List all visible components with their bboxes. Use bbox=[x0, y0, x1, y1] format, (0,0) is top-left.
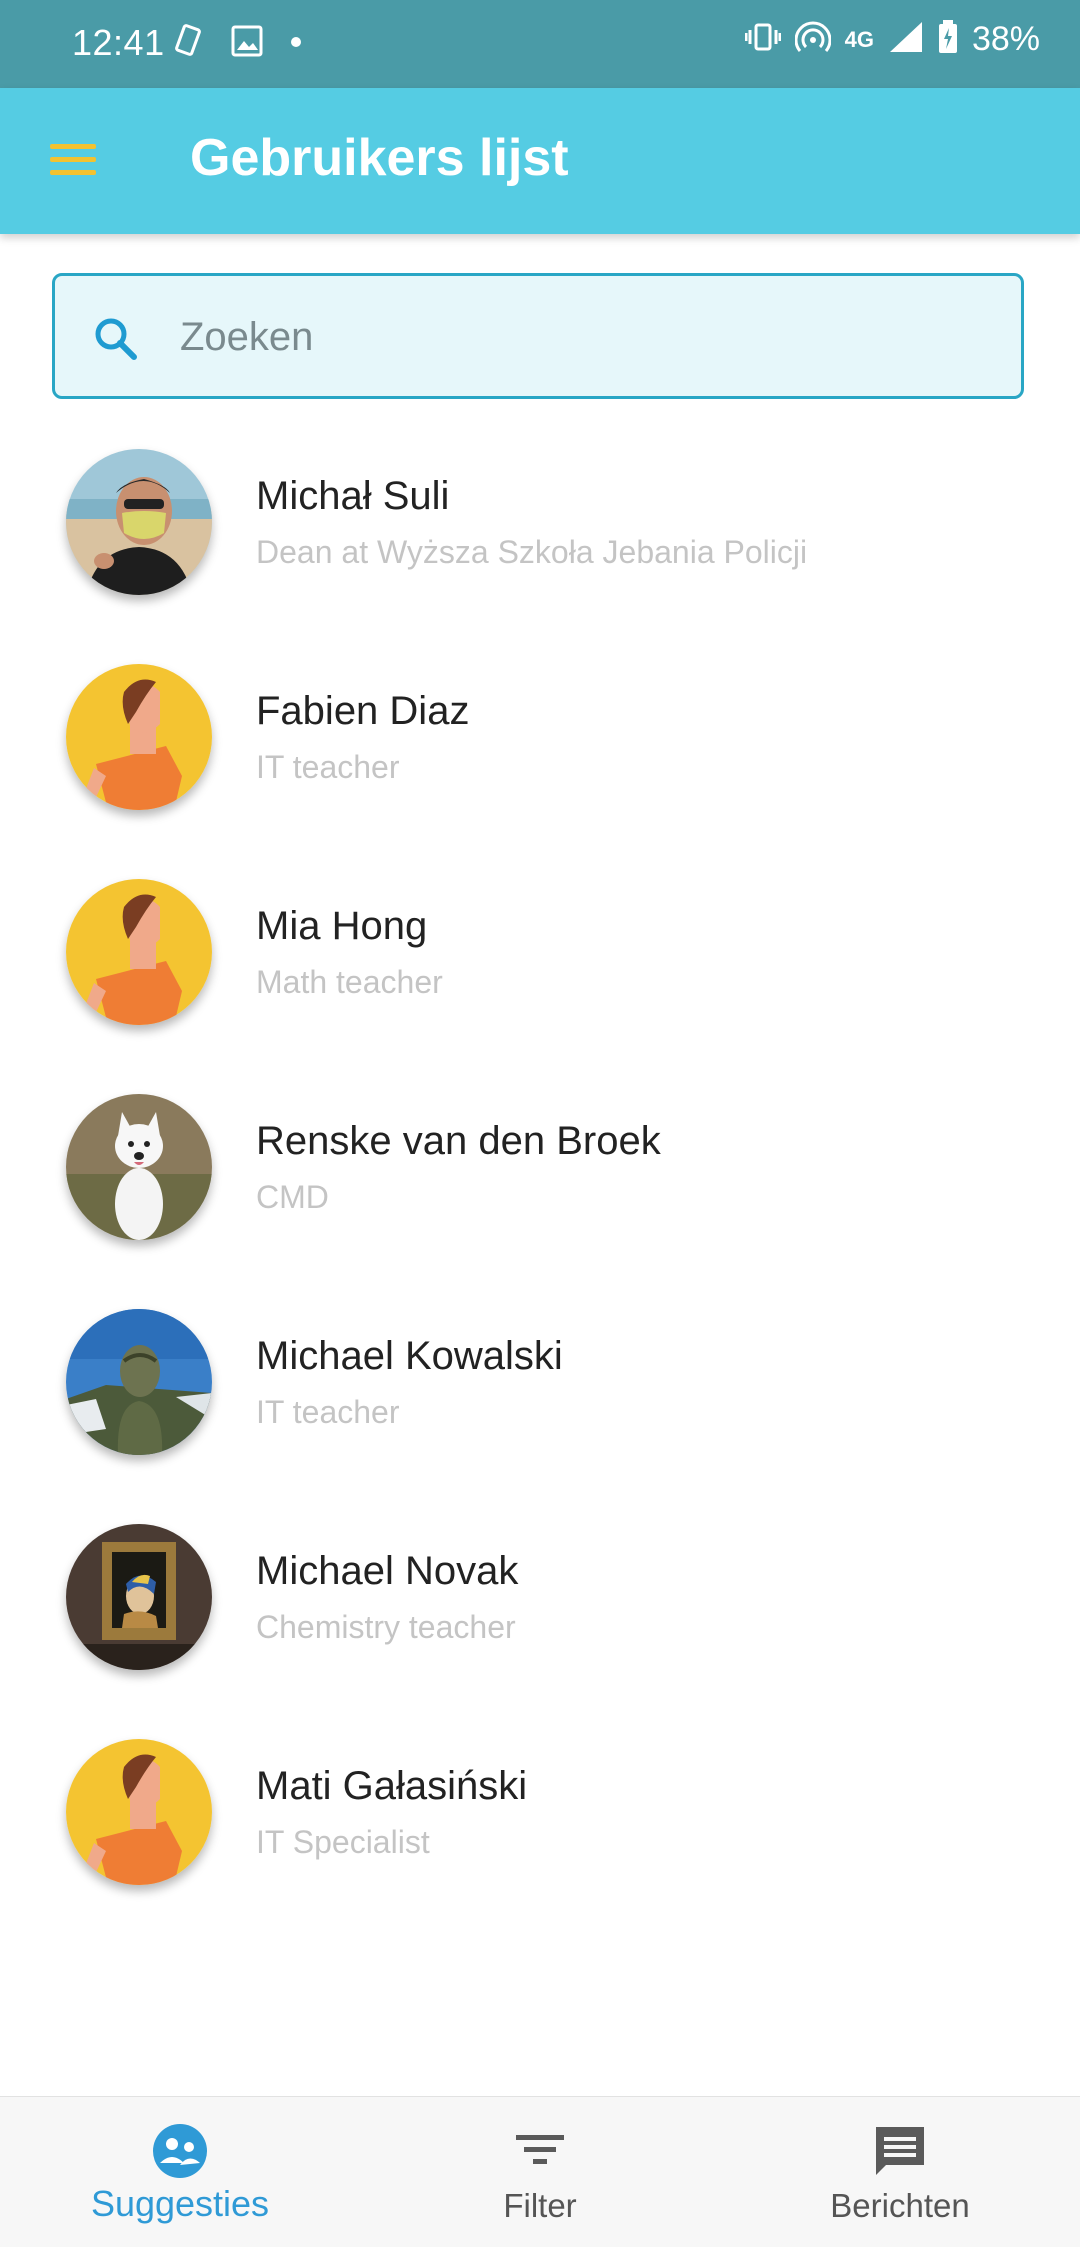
nav-label: Berichten bbox=[830, 2187, 970, 2224]
avatar bbox=[66, 879, 212, 1025]
default-avatar-icon bbox=[66, 664, 212, 810]
list-item[interactable]: Mia Hong Math teacher bbox=[0, 860, 1080, 1075]
search-icon[interactable] bbox=[91, 314, 141, 369]
nav-item-berichten[interactable]: Berichten bbox=[720, 2097, 1080, 2247]
list-item[interactable]: Michael Novak Chemistry teacher bbox=[0, 1505, 1080, 1720]
user-role: IT teacher bbox=[256, 749, 400, 785]
photo-man-mask-icon bbox=[66, 449, 212, 595]
user-role: Dean at Wyższa Szkoła Jebania Policji bbox=[256, 534, 808, 570]
user-role: IT Specialist bbox=[256, 1824, 430, 1860]
hamburger-menu-icon bbox=[50, 144, 96, 149]
photo-dog-icon bbox=[66, 1094, 212, 1240]
list-item[interactable]: Renske van den Broek CMD bbox=[0, 1075, 1080, 1290]
user-name: Michael Novak bbox=[256, 1549, 519, 1593]
user-name: Mia Hong bbox=[256, 904, 428, 948]
status-bar: 12:41 4G 38% bbox=[0, 0, 1080, 88]
battery-percentage: 38% bbox=[971, 20, 1040, 58]
user-name: Michael Kowalski bbox=[256, 1334, 563, 1378]
app-bar: Gebruikers lijst bbox=[0, 88, 1080, 234]
avatar bbox=[66, 1739, 212, 1885]
nav-item-suggesties[interactable]: Suggesties bbox=[0, 2097, 360, 2247]
hamburger-menu-icon bbox=[50, 157, 96, 162]
bottom-navigation: Suggesties Filter Berichten bbox=[0, 2096, 1080, 2247]
list-item[interactable]: Mati Gałasiński IT Specialist bbox=[0, 1720, 1080, 1935]
avatar bbox=[66, 1094, 212, 1240]
hamburger-menu-icon bbox=[50, 170, 96, 175]
image-icon bbox=[230, 24, 264, 63]
nav-item-filter[interactable]: Filter bbox=[360, 2097, 720, 2247]
status-time: 12:41 bbox=[72, 22, 165, 63]
user-role: Chemistry teacher bbox=[256, 1609, 516, 1645]
message-icon bbox=[872, 2123, 928, 2184]
vibrate-icon bbox=[744, 21, 782, 58]
user-name: Mati Gałasiński bbox=[256, 1764, 528, 1808]
photo-painting-icon bbox=[66, 1524, 212, 1670]
battery-icon bbox=[938, 20, 958, 59]
user-name: Fabien Diaz bbox=[256, 689, 470, 733]
photo-soldier-icon bbox=[66, 1309, 212, 1455]
user-role: CMD bbox=[256, 1179, 329, 1215]
user-name: Michał Suli bbox=[256, 474, 450, 518]
filter-icon bbox=[514, 2123, 566, 2180]
page-title: Gebruikers lijst bbox=[190, 129, 569, 187]
status-notification-icons bbox=[172, 24, 302, 63]
nav-label: Filter bbox=[503, 2187, 577, 2224]
user-name: Renske van den Broek bbox=[256, 1119, 661, 1163]
people-circle-icon bbox=[152, 2123, 208, 2184]
avatar bbox=[66, 1524, 212, 1670]
list-item[interactable]: Fabien Diaz IT teacher bbox=[0, 645, 1080, 860]
signal-icon bbox=[888, 20, 924, 59]
search-input[interactable] bbox=[178, 304, 1002, 370]
hotspot-icon bbox=[794, 20, 832, 59]
dot-icon bbox=[290, 35, 302, 53]
network-type-label: 4G bbox=[844, 26, 874, 52]
user-role: IT teacher bbox=[256, 1394, 400, 1430]
default-avatar-icon bbox=[66, 879, 212, 1025]
menu-button[interactable] bbox=[46, 138, 100, 182]
user-list: Michał Suli Dean at Wyższa Szkoła Jebani… bbox=[0, 430, 1080, 1935]
user-role: Math teacher bbox=[256, 964, 443, 1000]
avatar bbox=[66, 664, 212, 810]
avatar bbox=[66, 449, 212, 595]
screen-rotate-icon bbox=[172, 24, 204, 63]
default-avatar-icon bbox=[66, 1739, 212, 1885]
list-item[interactable]: Michael Kowalski IT teacher bbox=[0, 1290, 1080, 1505]
status-system-icons: 4G 38% bbox=[744, 20, 1040, 59]
list-item[interactable]: Michał Suli Dean at Wyższa Szkoła Jebani… bbox=[0, 430, 1080, 645]
nav-label: Suggesties bbox=[90, 2183, 270, 2224]
avatar bbox=[66, 1309, 212, 1455]
search-box[interactable] bbox=[52, 273, 1024, 399]
